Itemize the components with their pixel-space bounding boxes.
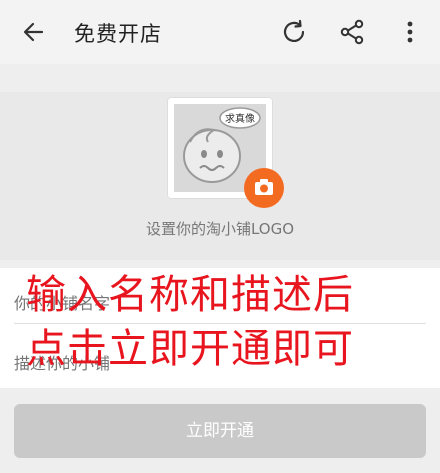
- instruction-overlay: 输入名称和描述后 点击立即开通即可: [26, 268, 426, 376]
- camera-icon: [255, 179, 273, 195]
- camera-upload-button[interactable]: [244, 168, 284, 208]
- instruction-line-2: 点击立即开通即可: [26, 326, 354, 372]
- logo-label: 设置你的淘小铺LOGO: [145, 220, 295, 238]
- speech-bubble-text: 求真像: [225, 112, 255, 125]
- share-icon[interactable]: [338, 18, 366, 46]
- page-title: 免费开店: [74, 22, 162, 46]
- logo-section: 求真像 设置你的淘小铺LOGO: [0, 92, 440, 260]
- instruction-line-1: 输入名称和描述后: [26, 272, 354, 318]
- more-vertical-icon[interactable]: [396, 18, 424, 46]
- refresh-icon[interactable]: [280, 18, 308, 46]
- back-arrow-icon[interactable]: [20, 18, 48, 46]
- app-bar: 免费开店: [0, 0, 440, 64]
- open-shop-button[interactable]: 立即开通: [14, 404, 426, 458]
